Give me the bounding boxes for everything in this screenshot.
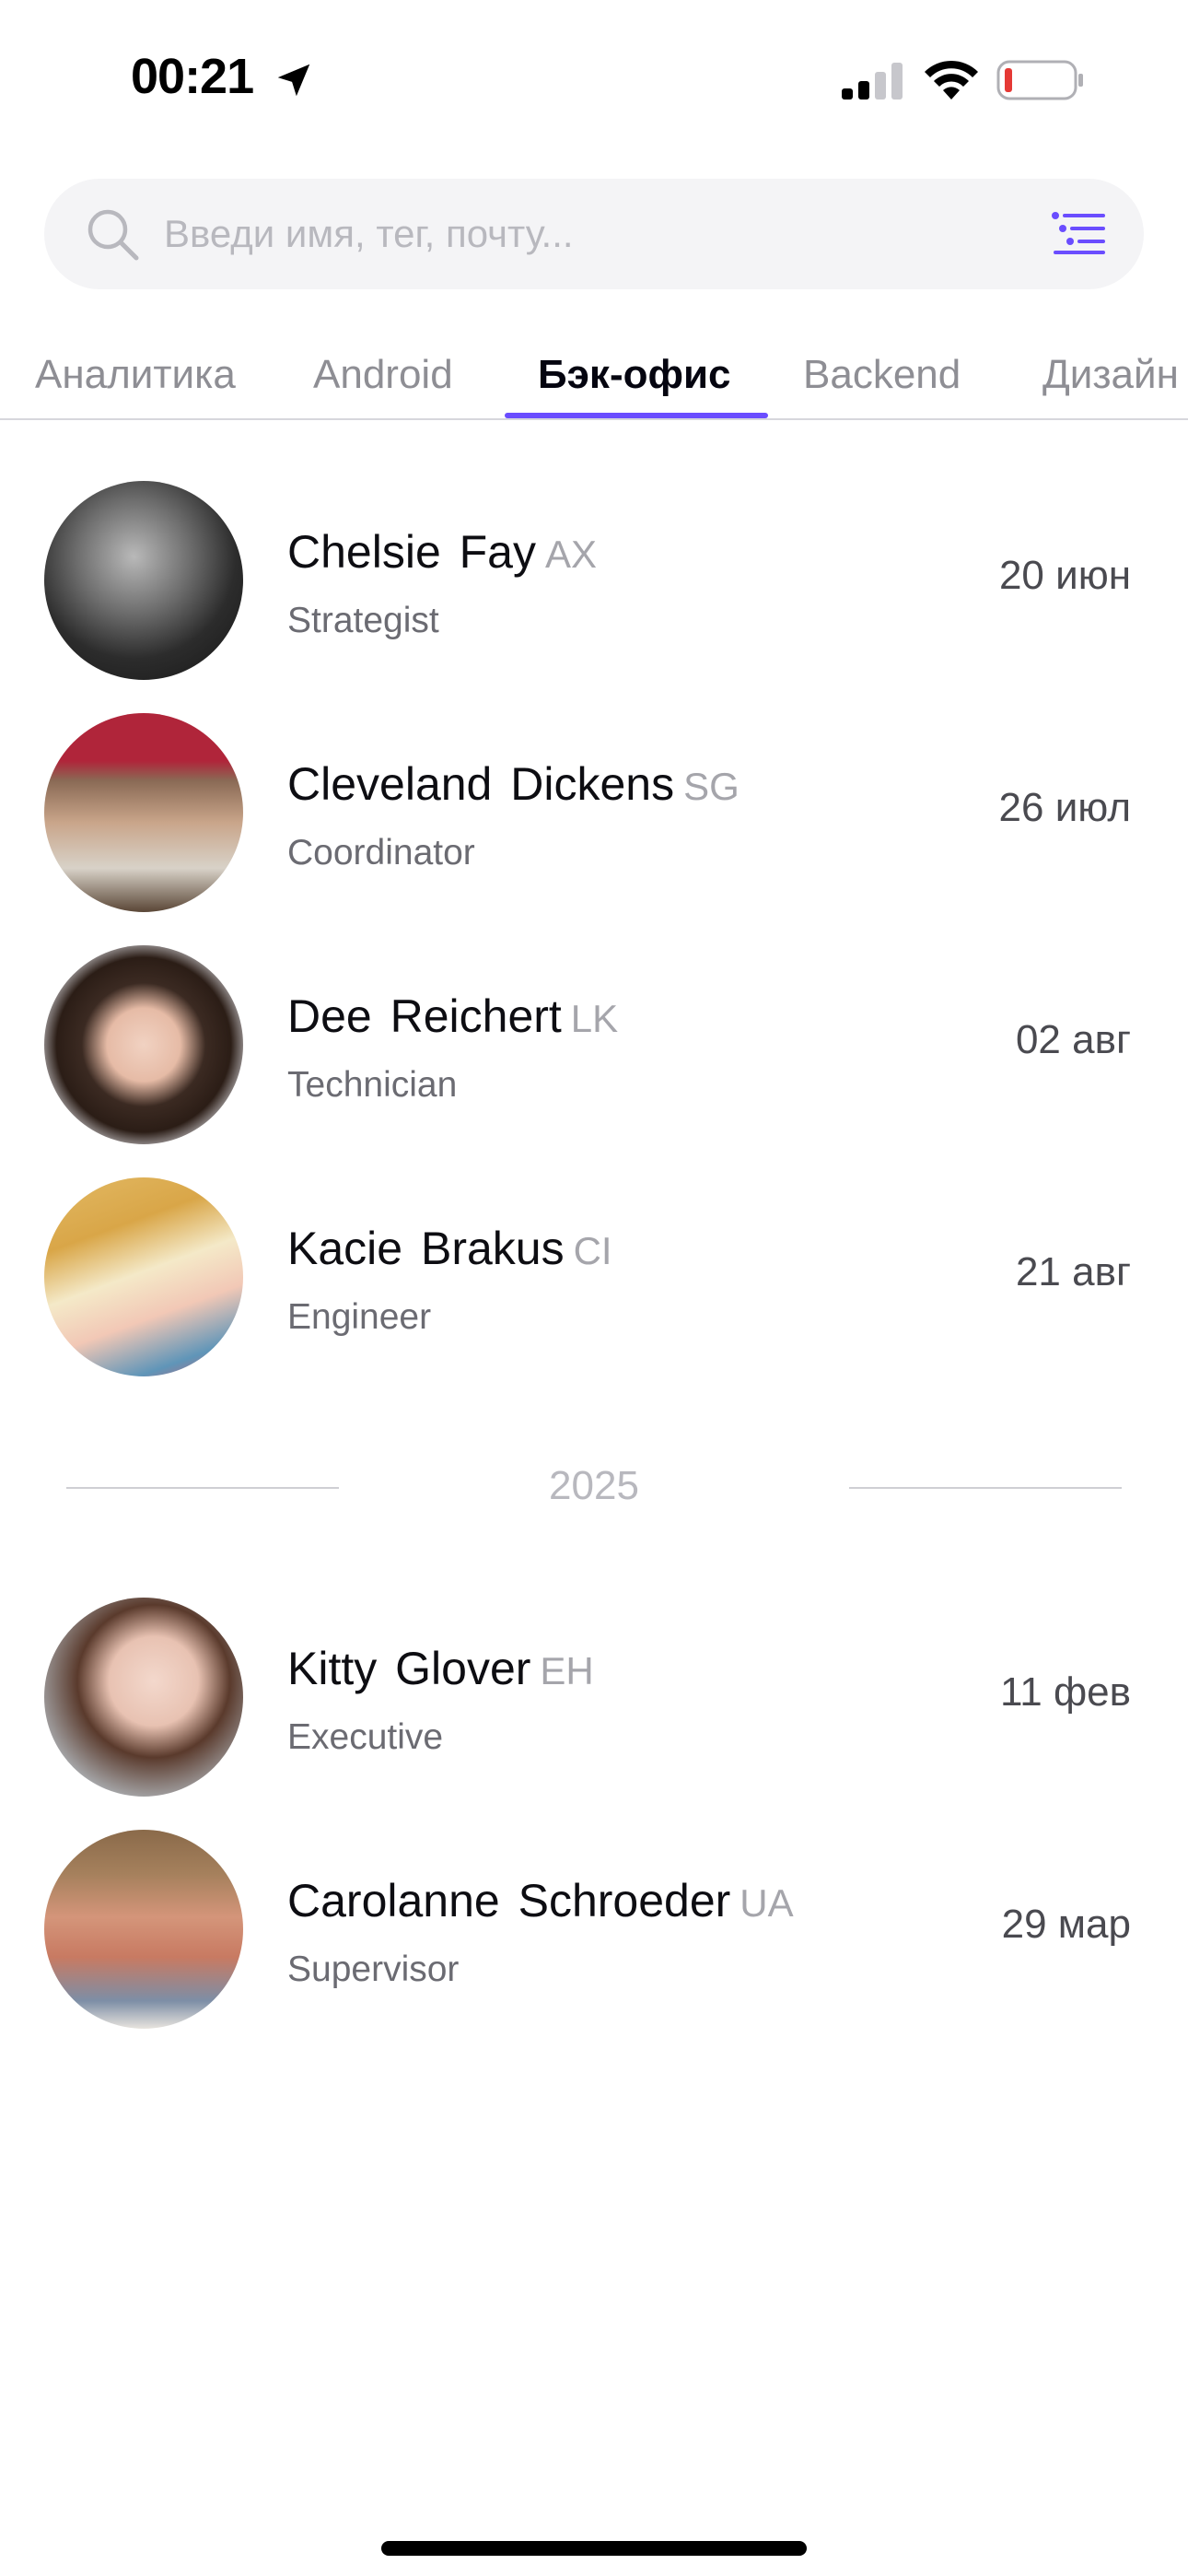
search-bar[interactable] bbox=[44, 179, 1144, 289]
list-item[interactable]: Chelsie Fay AX Strategist 20 июн bbox=[0, 481, 1188, 684]
employee-name: Cleveland Dickens bbox=[287, 758, 675, 810]
avatar bbox=[44, 1177, 243, 1376]
employee-name: Chelsie Fay bbox=[287, 526, 536, 578]
wifi-icon bbox=[925, 60, 978, 100]
employee-code: CI bbox=[573, 1229, 612, 1272]
birthday-date: 21 авг bbox=[1015, 1249, 1131, 1294]
search-icon bbox=[87, 209, 139, 261]
status-time: 00:21 bbox=[131, 49, 254, 104]
employee-role: Supervisor bbox=[287, 1950, 460, 1989]
tab-backend[interactable]: Backend bbox=[803, 352, 961, 398]
list-item[interactable]: Kacie Brakus CI Engineer 21 авг bbox=[0, 1177, 1188, 1380]
birthday-date: 02 авг bbox=[1015, 1017, 1131, 1062]
department-tabs: Аналитика Android Бэк-офис Backend Дизай… bbox=[0, 332, 1188, 420]
filter-list-icon[interactable] bbox=[1050, 210, 1107, 258]
search-input[interactable] bbox=[164, 201, 993, 267]
year-separator: 2025 bbox=[0, 1454, 1188, 1518]
employee-role: Engineer bbox=[287, 1297, 432, 1337]
birthday-date: 29 мар bbox=[1001, 1902, 1131, 1947]
list-item[interactable]: Carolanne Schroeder UA Supervisor 29 мар bbox=[0, 1830, 1188, 2032]
avatar bbox=[44, 1830, 243, 2029]
separator-year: 2025 bbox=[549, 1463, 639, 1508]
employee-role: Strategist bbox=[287, 601, 439, 640]
employee-code: AX bbox=[545, 533, 598, 576]
avatar bbox=[44, 481, 243, 680]
birthday-date: 26 июл bbox=[998, 785, 1131, 830]
avatar bbox=[44, 713, 243, 912]
birthday-date: 11 фев bbox=[1000, 1669, 1131, 1715]
active-tab-indicator bbox=[505, 413, 768, 418]
employee-code: LK bbox=[570, 997, 619, 1040]
employee-role: Coordinator bbox=[287, 833, 475, 872]
separator-line bbox=[849, 1487, 1122, 1489]
tab-analytics[interactable]: Аналитика bbox=[35, 352, 236, 398]
employee-code: SG bbox=[683, 765, 740, 808]
avatar bbox=[44, 945, 243, 1144]
employee-role: Technician bbox=[287, 1065, 458, 1105]
tab-back-office[interactable]: Бэк-офис bbox=[538, 352, 731, 398]
list-item[interactable]: Cleveland Dickens SG Coordinator 26 июл bbox=[0, 713, 1188, 916]
employee-name: Dee Reichert bbox=[287, 990, 562, 1042]
birthdays-screen: 00:21 Введи имя, тег, почту... Аналитика… bbox=[0, 0, 1188, 2576]
tab-android[interactable]: Android bbox=[313, 352, 453, 398]
employee-name: Carolanne Schroeder bbox=[287, 1875, 731, 1926]
employee-code: UA bbox=[740, 1881, 794, 1925]
battery-low-icon bbox=[996, 60, 1083, 100]
home-indicator[interactable] bbox=[381, 2541, 807, 2556]
employee-name: Kitty Glover bbox=[287, 1643, 531, 1694]
cellular-signal-icon bbox=[842, 63, 903, 100]
employee-code: EH bbox=[540, 1649, 594, 1692]
status-bar: 00:21 bbox=[0, 0, 1188, 157]
list-item[interactable]: Kitty Glover EH Executive 11 фев bbox=[0, 1598, 1188, 1800]
employee-role: Executive bbox=[287, 1717, 444, 1757]
list-item[interactable]: Dee Reichert LK Technician 02 авг bbox=[0, 945, 1188, 1148]
location-arrow-icon bbox=[277, 64, 310, 97]
tab-design[interactable]: Дизайн bbox=[1042, 352, 1179, 398]
employee-name: Kacie Brakus bbox=[287, 1223, 565, 1274]
avatar bbox=[44, 1598, 243, 1797]
birthday-date: 20 июн bbox=[998, 553, 1131, 598]
